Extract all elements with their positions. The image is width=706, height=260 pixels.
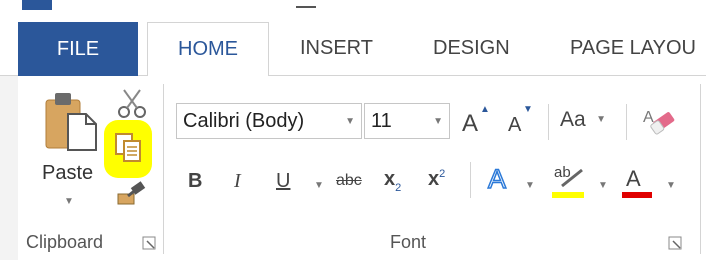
text-highlight-button[interactable]: ab	[552, 164, 588, 200]
font-separator-1	[548, 104, 549, 140]
bold-button[interactable]: B	[188, 170, 202, 193]
font-name-combobox[interactable]: Calibri (Body) ▼	[176, 103, 362, 139]
font-dialog-launcher-icon[interactable]	[668, 236, 682, 250]
shrink-font-arrow-icon: ▼	[523, 104, 533, 115]
subscript-button[interactable]: x2	[384, 168, 412, 198]
font-color-letter: A	[626, 166, 641, 191]
tab-home[interactable]: HOME	[147, 22, 269, 76]
superscript-base: x	[428, 168, 440, 190]
right-group-separator	[700, 84, 701, 254]
subscript-digit: 2	[395, 182, 402, 194]
underline-button[interactable]: U	[276, 170, 290, 193]
strikethrough-button[interactable]: abc	[336, 172, 362, 190]
font-size-value: 11	[371, 109, 392, 132]
paste-dropdown-arrow-icon[interactable]: ▼	[64, 196, 74, 207]
text-effects-button[interactable]: A	[487, 163, 507, 195]
font-separator-3	[470, 162, 471, 198]
subscript-base: x	[384, 168, 396, 190]
tab-page-layout-label: PAGE LAYOU	[570, 37, 696, 59]
tab-file[interactable]: FILE	[18, 22, 138, 76]
highlighter-pen-icon	[561, 168, 583, 188]
tab-design[interactable]: DESIGN	[433, 22, 510, 75]
cut-icon[interactable]	[114, 88, 150, 120]
font-size-dropdown-icon[interactable]: ▼	[433, 116, 443, 127]
copy-icon[interactable]	[114, 132, 144, 164]
word-app-icon	[22, 0, 52, 10]
grow-font-letter: A	[462, 110, 479, 137]
change-case-dropdown-icon: ▼	[596, 114, 607, 125]
font-group-label: Font	[390, 232, 427, 252]
paste-label: Paste	[42, 162, 94, 184]
tab-file-label: FILE	[56, 37, 100, 60]
highlight-dropdown-icon[interactable]: ▼	[598, 180, 608, 191]
paste-button[interactable]: Paste ▼	[36, 88, 102, 218]
paste-clipboard-icon	[45, 93, 97, 151]
font-color-button[interactable]: A	[620, 164, 656, 200]
tab-insert-label: INSERT	[300, 37, 373, 59]
font-name-value: Calibri (Body)	[183, 109, 305, 132]
font-size-combobox[interactable]: 11 ▼	[364, 103, 450, 139]
svg-text:A: A	[643, 109, 654, 126]
clear-formatting-icon[interactable]: A	[640, 104, 680, 138]
clipboard-group-label: Clipboard	[26, 232, 104, 252]
tab-insert[interactable]: INSERT	[300, 22, 373, 75]
title-strip	[0, 0, 706, 22]
font-name-dropdown-icon[interactable]: ▼	[345, 116, 355, 127]
format-painter-icon[interactable]	[114, 178, 150, 210]
grow-font-button[interactable]: A ▲	[460, 104, 494, 138]
group-separator	[163, 84, 164, 254]
superscript-button[interactable]: x2	[428, 168, 456, 198]
tab-home-label: HOME	[178, 38, 238, 60]
minimize-line-icon	[296, 6, 316, 8]
superscript-digit: 2	[439, 168, 446, 180]
underline-dropdown-icon[interactable]: ▼	[314, 180, 324, 191]
shrink-font-button[interactable]: A ▼	[506, 104, 540, 138]
tab-page-layout[interactable]: PAGE LAYOU	[570, 22, 696, 75]
clipboard-dialog-launcher-icon[interactable]	[142, 236, 156, 250]
text-effects-dropdown-icon[interactable]: ▼	[525, 180, 535, 191]
highlight-color-bar	[552, 192, 584, 198]
font-color-dropdown-icon[interactable]: ▼	[666, 180, 676, 191]
change-case-label: Aa	[560, 108, 586, 131]
italic-button[interactable]: I	[234, 170, 241, 193]
grow-font-arrow-icon: ▲	[480, 104, 490, 115]
change-case-button[interactable]: Aa ▼	[560, 108, 620, 136]
shrink-font-letter: A	[508, 114, 522, 136]
tab-design-label: DESIGN	[433, 37, 510, 59]
font-separator-2	[626, 104, 627, 140]
font-color-bar	[622, 192, 652, 198]
